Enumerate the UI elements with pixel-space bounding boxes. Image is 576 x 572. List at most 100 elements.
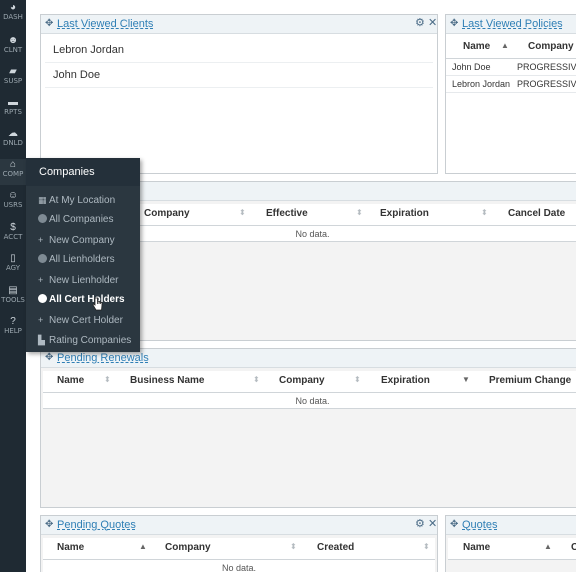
sort-icon[interactable]: ⬍: [104, 375, 111, 384]
widget-title[interactable]: Pending Quotes: [57, 519, 136, 532]
building-icon: ▦: [38, 195, 47, 205]
sort-icon[interactable]: ⬍: [239, 208, 246, 217]
client-link[interactable]: Lebron Jordan: [45, 38, 433, 63]
dollar-icon: $: [10, 222, 16, 233]
menu-item-label: New Lienholder: [49, 275, 119, 286]
widget-header: ✥ Last Viewed Policies: [446, 15, 576, 34]
sidebar-item-susp[interactable]: ▰ SUSP: [0, 66, 26, 92]
help-icon: ?: [10, 316, 16, 327]
widget-header: ✥ Quotes: [446, 516, 576, 535]
gear-icon[interactable]: ⚙: [415, 17, 425, 30]
sidebar-item-rpts[interactable]: ▬ RPTS: [0, 97, 26, 123]
sidebar-item-label: AGY: [5, 264, 21, 272]
gear-icon[interactable]: ⚙: [415, 518, 425, 531]
menu-item-at-my-location[interactable]: ▦ At My Location: [38, 192, 115, 208]
users-icon: ☺: [7, 190, 19, 201]
widget-title[interactable]: Pending Renewals: [57, 352, 149, 365]
companies-flyout-menu: Companies ▦ At My Location All Companies …: [26, 158, 140, 352]
move-icon[interactable]: ✥: [45, 519, 53, 531]
circle-icon: [38, 254, 47, 263]
client-link[interactable]: John Doe: [45, 63, 433, 88]
sidebar-rail: ◕ DASH ☻ CLNT ▰ SUSP ▬ RPTS ☁ DNLD ⌂ COM…: [0, 0, 26, 572]
move-icon[interactable]: ✥: [45, 352, 53, 364]
plus-icon: +: [38, 235, 44, 245]
menu-item-all-cert-holders[interactable]: All Cert Holders: [38, 292, 125, 308]
sort-icon[interactable]: ⬍: [354, 375, 361, 384]
plus-icon: +: [38, 315, 44, 325]
column-header-premium-change[interactable]: Premium Change: [489, 375, 571, 386]
sidebar-item-label: TOOLS: [1, 296, 25, 304]
column-header-company[interactable]: Company: [144, 208, 190, 219]
column-header-company[interactable]: Company: [279, 375, 325, 386]
sidebar-item-acct[interactable]: $ ACCT: [0, 222, 26, 248]
widget-title[interactable]: Last Viewed Policies: [462, 18, 563, 31]
column-header-business-name[interactable]: Business Name: [130, 375, 204, 386]
close-icon[interactable]: ✕: [428, 518, 437, 531]
sort-icon[interactable]: ⬍: [481, 208, 488, 217]
sort-asc-icon[interactable]: ▲: [501, 41, 509, 50]
table-row[interactable]: John Doe PROGRESSIVE: [446, 59, 576, 76]
sidebar-item-tools[interactable]: ▤ TOOLS: [0, 285, 26, 311]
column-header-company[interactable]: Company: [165, 542, 211, 553]
column-header-name[interactable]: Name: [57, 375, 84, 386]
menu-item-new-company[interactable]: + New Company: [38, 232, 115, 248]
sidebar-item-usrs[interactable]: ☺ USRS: [0, 190, 26, 216]
policy-company: PROGRESSIVE: [517, 62, 576, 72]
column-header-name[interactable]: Name: [463, 542, 490, 553]
sidebar-item-comp[interactable]: ⌂ COMP: [0, 159, 26, 185]
widget-body: Name ⬍ Business Name ⬍ Company ⬍ Expirat…: [41, 368, 576, 507]
move-icon[interactable]: ✥: [450, 18, 458, 30]
sidebar-item-clnt[interactable]: ☻ CLNT: [0, 35, 26, 61]
sidebar-item-help[interactable]: ? HELP: [0, 316, 26, 342]
table-row[interactable]: Lebron Jordan PROGRESSIVE: [446, 76, 576, 93]
dashboard-icon: ◕: [9, 2, 17, 13]
widget-title[interactable]: Quotes: [462, 519, 497, 532]
sidebar-item-agy[interactable]: ▯ AGY: [0, 253, 26, 279]
menu-item-label: New Cert Holder: [49, 315, 123, 326]
sort-icon[interactable]: ⬍: [253, 375, 260, 384]
column-header-effective[interactable]: Effective: [266, 208, 308, 219]
menu-item-all-lienholders[interactable]: All Lienholders: [38, 252, 115, 268]
column-header-created[interactable]: Created: [317, 542, 354, 553]
widget-header: ✥ Pending Quotes ⚙ ✕: [41, 516, 437, 535]
widget-body: Lebron Jordan John Doe: [41, 34, 437, 173]
menu-item-new-cert-holder[interactable]: + New Cert Holder: [38, 312, 123, 328]
column-header-expiration[interactable]: Expiration: [380, 208, 429, 219]
table-header: Name ⬍ Business Name ⬍ Company ⬍ Expirat…: [43, 371, 576, 393]
move-icon[interactable]: ✥: [45, 18, 53, 30]
quotes-widget: ✥ Quotes Name ▲ C: [445, 515, 576, 572]
column-header-company[interactable]: C: [571, 542, 576, 553]
move-icon[interactable]: ✥: [450, 519, 458, 531]
sort-desc-icon[interactable]: ▼: [462, 375, 470, 384]
sidebar-item-dash[interactable]: ◕ DASH: [0, 2, 26, 28]
column-header-cancel-date[interactable]: Cancel Date: [508, 208, 565, 219]
sidebar-item-label: ACCT: [3, 233, 23, 241]
agency-icon: ▯: [10, 253, 16, 264]
widget-title[interactable]: Last Viewed Clients: [57, 18, 153, 31]
policy-name: John Doe: [452, 62, 491, 72]
menu-item-rating-companies[interactable]: ▙ Rating Companies: [38, 332, 131, 348]
sidebar-item-dnld[interactable]: ☁ DNLD: [0, 128, 26, 154]
sort-icon[interactable]: ⬍: [356, 208, 363, 217]
last-viewed-policies-widget: ✥ Last Viewed Policies Name ▲ Company Jo…: [445, 14, 576, 174]
table-header: Name ▲ C: [448, 538, 576, 560]
sort-icon[interactable]: ⬍: [423, 542, 430, 551]
column-header-name[interactable]: Name: [57, 542, 84, 553]
pending-quotes-widget: ✥ Pending Quotes ⚙ ✕ Name ▲ Company ⬍ Cr…: [40, 515, 438, 572]
sidebar-item-label: DNLD: [3, 139, 23, 147]
empty-message: No data.: [43, 393, 576, 409]
menu-item-all-companies[interactable]: All Companies: [38, 212, 113, 228]
sort-icon[interactable]: ⬍: [290, 542, 297, 551]
suspense-icon: ▰: [9, 66, 17, 77]
sort-asc-icon[interactable]: ▲: [544, 542, 552, 551]
column-header-company[interactable]: Company: [528, 41, 574, 52]
client-icon: ☻: [7, 35, 19, 46]
menu-item-new-lienholder[interactable]: + New Lienholder: [38, 272, 119, 288]
plus-icon: +: [38, 275, 44, 285]
column-header-expiration[interactable]: Expiration: [381, 375, 430, 386]
column-header-name[interactable]: Name: [463, 41, 490, 52]
download-icon: ☁: [8, 128, 18, 139]
sort-asc-icon[interactable]: ▲: [139, 542, 147, 551]
close-icon[interactable]: ✕: [428, 17, 437, 30]
flyout-title: Companies: [26, 158, 140, 186]
